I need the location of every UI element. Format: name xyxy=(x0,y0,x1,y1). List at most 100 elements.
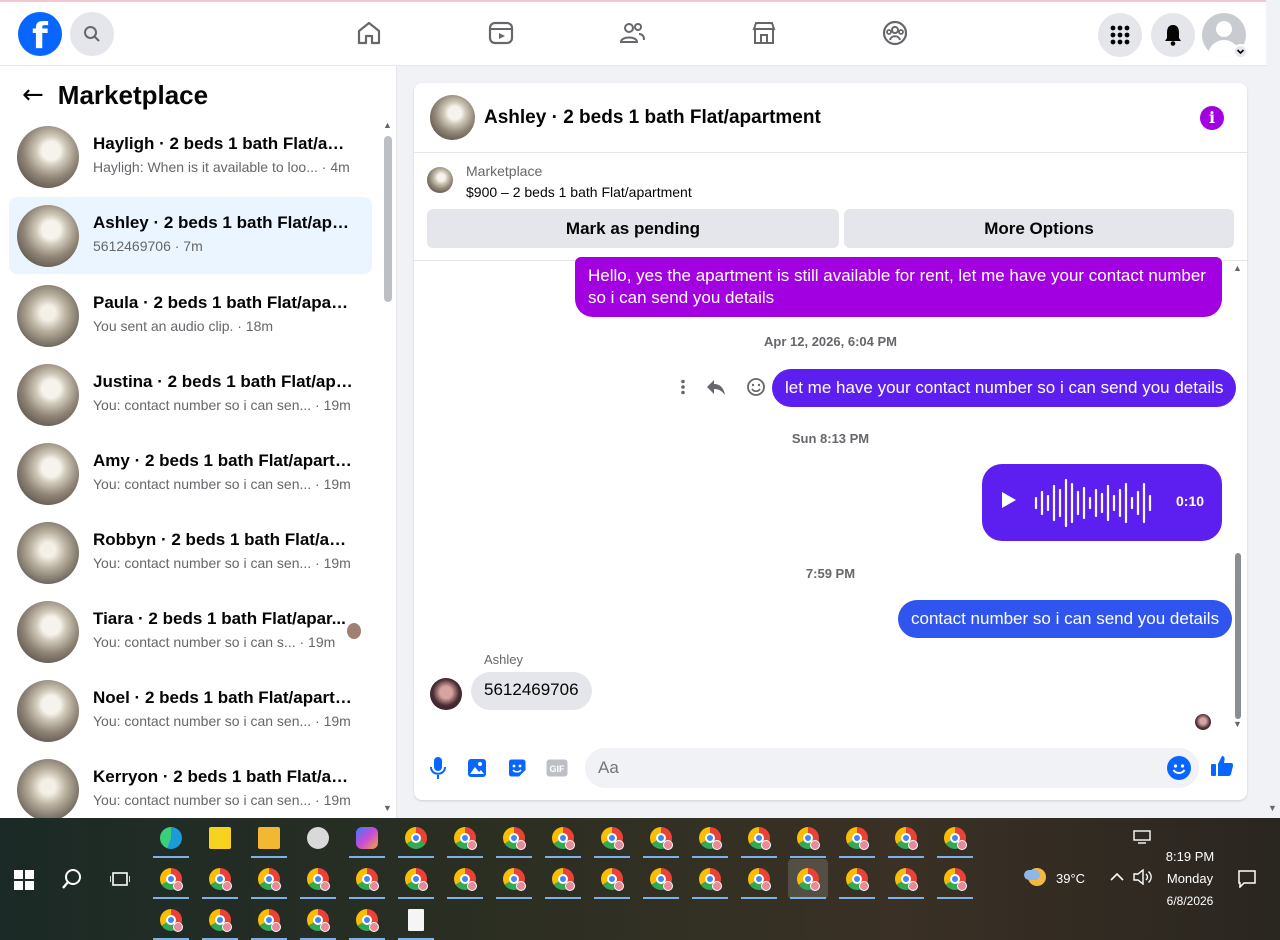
volume-icon[interactable] xyxy=(1133,869,1153,885)
conversation-item[interactable]: Robbyn · 2 beds 1 bath Flat/apar... You:… xyxy=(9,514,372,591)
weather-icon[interactable] xyxy=(1024,866,1048,888)
conversation-item[interactable]: Justina · 2 beds 1 bath Flat/apart... Yo… xyxy=(9,356,372,433)
home-icon[interactable] xyxy=(354,18,384,48)
friends-icon[interactable] xyxy=(617,18,647,48)
task-view-icon[interactable] xyxy=(110,870,130,888)
conversation-item[interactable]: Hayligh · 2 beds 1 bath Flat/apar... Hay… xyxy=(9,118,372,195)
listing-thumbnail[interactable] xyxy=(430,95,475,140)
taskbar-app-notes-icon[interactable] xyxy=(200,818,240,858)
conversation-item[interactable]: Noel · 2 beds 1 bath Flat/apartm... You:… xyxy=(9,672,372,749)
taskbar-app-chrome-icon[interactable] xyxy=(494,818,534,858)
menu-button[interactable] xyxy=(1098,13,1142,57)
sender-avatar[interactable] xyxy=(430,678,462,710)
taskbar-app-chrome-icon[interactable] xyxy=(543,859,583,899)
reply-icon[interactable] xyxy=(706,378,726,396)
weather-temperature[interactable]: 39°C xyxy=(1056,871,1085,886)
taskbar-app-chrome-icon[interactable] xyxy=(494,859,534,899)
sticker-icon[interactable] xyxy=(505,756,529,780)
taskbar-app-chrome-icon[interactable] xyxy=(592,818,632,858)
chat-title[interactable]: Ashley · 2 beds 1 bath Flat/apartment xyxy=(484,107,821,129)
taskbar-app-chrome-icon[interactable] xyxy=(690,818,730,858)
taskbar-app-chrome-icon[interactable] xyxy=(396,859,436,899)
conversation-item[interactable]: Tiara · 2 beds 1 bath Flat/apar... You: … xyxy=(9,593,372,670)
message-input[interactable] xyxy=(598,748,1158,788)
chat-scroll-up-arrow-icon[interactable]: ▲ xyxy=(1233,263,1242,273)
search-icon[interactable] xyxy=(61,868,83,890)
taskbar-app-chrome-icon[interactable] xyxy=(641,859,681,899)
conversation-item[interactable]: Amy · 2 beds 1 bath Flat/apartm... You: … xyxy=(9,435,372,512)
taskbar-app-chrome-icon[interactable] xyxy=(935,859,975,899)
network-icon[interactable] xyxy=(1133,830,1151,844)
taskbar-app-chrome-icon[interactable] xyxy=(788,818,828,858)
notifications-button[interactable] xyxy=(1151,13,1195,57)
taskbar-app-chrome-icon[interactable] xyxy=(347,900,387,940)
taskbar-app-chrome-icon[interactable] xyxy=(151,900,191,940)
taskbar-app-chrome-icon[interactable] xyxy=(249,859,289,899)
chat-scroll-down-arrow-icon[interactable]: ▼ xyxy=(1233,719,1242,729)
taskbar-app-file-icon[interactable] xyxy=(396,900,436,940)
photo-icon[interactable] xyxy=(465,756,489,780)
outgoing-message[interactable]: Hello, yes the apartment is still availa… xyxy=(575,257,1222,317)
taskbar-app-chrome-icon[interactable] xyxy=(298,900,338,940)
taskbar-app-chrome-icon[interactable] xyxy=(592,859,632,899)
notification-center-icon[interactable] xyxy=(1238,870,1256,888)
conversation-item[interactable]: Paula · 2 beds 1 bath Flat/apart... You … xyxy=(9,277,372,354)
microphone-icon[interactable] xyxy=(426,756,450,780)
facebook-logo-icon[interactable]: f xyxy=(18,12,62,56)
more-options-icon[interactable] xyxy=(680,379,686,395)
outgoing-message[interactable]: let me have your contact number so i can… xyxy=(772,369,1237,407)
message-input-pill[interactable] xyxy=(585,748,1199,788)
listing-price-title[interactable]: $900 – 2 beds 1 bath Flat/apartment xyxy=(466,184,692,200)
taskbar-app-paint-icon[interactable] xyxy=(298,818,338,858)
scroll-down-arrow-icon[interactable]: ▼ xyxy=(383,803,392,813)
back-arrow-icon[interactable]: ← xyxy=(22,80,44,110)
play-icon[interactable] xyxy=(1002,492,1016,508)
taskbar-app-copilot-icon[interactable] xyxy=(347,818,387,858)
taskbar-app-folder-icon[interactable] xyxy=(249,818,289,858)
marketplace-icon[interactable] xyxy=(749,18,779,48)
thumbs-up-icon[interactable] xyxy=(1210,754,1234,778)
video-icon[interactable] xyxy=(486,18,516,48)
taskbar-app-chrome-icon[interactable] xyxy=(445,818,485,858)
conversation-item-active[interactable]: Ashley · 2 beds 1 bath Flat/apart... 561… xyxy=(9,197,372,274)
taskbar-app-chrome-icon[interactable] xyxy=(886,859,926,899)
taskbar-app-chrome-icon[interactable] xyxy=(935,818,975,858)
chat-scrollbar[interactable] xyxy=(1235,553,1241,719)
more-options-button[interactable]: More Options xyxy=(844,209,1234,248)
windows-start-icon[interactable] xyxy=(14,870,34,890)
taskbar-app-chrome-icon[interactable] xyxy=(200,900,240,940)
taskbar-app-chrome-icon[interactable] xyxy=(739,859,779,899)
gif-icon[interactable]: GIF xyxy=(545,756,569,780)
account-menu-chevron-icon[interactable] xyxy=(1233,44,1248,59)
clock-date[interactable]: 6/8/2026 xyxy=(1160,894,1220,908)
taskbar-app-chrome-icon[interactable] xyxy=(347,859,387,899)
incoming-message[interactable]: 5612469706 xyxy=(471,672,592,710)
mark-as-pending-button[interactable]: Mark as pending xyxy=(427,209,839,248)
taskbar-app-chrome-icon[interactable] xyxy=(249,900,289,940)
taskbar-app-chrome-icon[interactable] xyxy=(543,818,583,858)
taskbar-app-chrome-icon[interactable] xyxy=(788,859,828,899)
taskbar-app-chrome-icon[interactable] xyxy=(445,859,485,899)
taskbar-app-chrome-icon[interactable] xyxy=(886,818,926,858)
taskbar-app-chrome-icon[interactable] xyxy=(396,818,436,858)
clock-time[interactable]: 8:19 PM xyxy=(1160,849,1220,864)
taskbar-app-chrome-icon[interactable] xyxy=(151,859,191,899)
emoji-icon[interactable] xyxy=(1167,756,1191,780)
taskbar-app-edge-icon[interactable] xyxy=(151,818,191,858)
groups-icon[interactable] xyxy=(880,18,910,48)
taskbar-app-chrome-icon[interactable] xyxy=(641,818,681,858)
conversation-item[interactable]: Kerryon · 2 beds 1 bath Flat/apar... You… xyxy=(9,751,372,818)
taskbar-app-chrome-icon[interactable] xyxy=(837,818,877,858)
sidebar-scrollbar[interactable] xyxy=(384,136,392,302)
taskbar-app-chrome-icon[interactable] xyxy=(690,859,730,899)
info-icon[interactable]: i xyxy=(1200,106,1224,130)
page-scroll-down-arrow-icon[interactable]: ▼ xyxy=(1268,803,1277,813)
taskbar-app-chrome-icon[interactable] xyxy=(200,859,240,899)
taskbar-app-chrome-icon[interactable] xyxy=(298,859,338,899)
audio-message[interactable]: 0:10 xyxy=(982,464,1222,541)
search-button[interactable] xyxy=(70,12,114,56)
show-hidden-icons-chevron-icon[interactable] xyxy=(1110,872,1124,882)
outgoing-message[interactable]: contact number so i can send you details xyxy=(898,600,1233,638)
taskbar-app-chrome-icon[interactable] xyxy=(739,818,779,858)
clock-day[interactable]: Monday xyxy=(1160,871,1220,886)
